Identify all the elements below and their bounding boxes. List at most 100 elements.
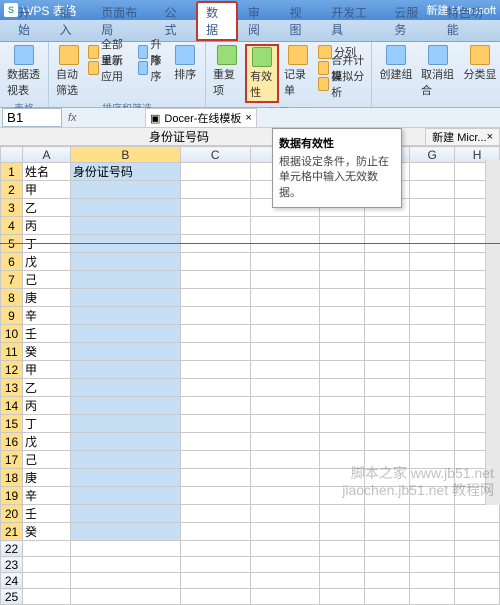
cell[interactable] [250,397,320,415]
cell[interactable] [22,541,70,557]
cell[interactable] [250,541,320,557]
cell[interactable] [180,415,250,433]
tab-data[interactable]: 数据 [196,1,238,41]
row-header[interactable]: 7 [1,271,23,289]
ungroup-button[interactable]: 取消组合 [418,44,458,104]
cell[interactable] [320,505,365,523]
cell[interactable] [70,469,180,487]
cell[interactable] [70,505,180,523]
cell[interactable] [180,379,250,397]
cell[interactable] [365,415,410,433]
cell[interactable]: 戊 [22,433,70,451]
validation-button[interactable]: 有效性 [245,44,279,103]
spreadsheet[interactable]: ABCDEFGH1姓名身份证号码2甲3乙4丙5丁6戊7己8庚9辛10壬11癸12… [0,146,500,605]
row-header[interactable]: 16 [1,433,23,451]
cell[interactable] [410,523,455,541]
cell[interactable] [70,361,180,379]
cell[interactable] [70,217,180,235]
row-header[interactable]: 9 [1,307,23,325]
cell[interactable] [410,361,455,379]
duplicates-button[interactable]: 重复项 [210,44,243,103]
group-button[interactable]: 创建组 [376,44,416,104]
cell[interactable] [250,505,320,523]
cell[interactable] [250,557,320,573]
cell[interactable] [250,433,320,451]
cell[interactable]: 庚 [22,289,70,307]
cell[interactable] [410,163,455,181]
cell[interactable] [320,415,365,433]
col-header[interactable]: C [180,147,250,163]
cell[interactable] [365,523,410,541]
row-header[interactable]: 17 [1,451,23,469]
subtotal-button[interactable]: 分类显 [460,44,500,104]
cell[interactable] [410,557,455,573]
cell[interactable] [180,271,250,289]
cell[interactable] [180,557,250,573]
cell[interactable] [320,557,365,573]
cell[interactable] [365,487,410,505]
cell[interactable] [180,523,250,541]
cell[interactable] [320,343,365,361]
cell[interactable] [410,379,455,397]
cell[interactable] [410,343,455,361]
cell[interactable] [70,523,180,541]
cell[interactable] [70,271,180,289]
cell[interactable] [320,271,365,289]
fx-icon[interactable]: fx [64,112,81,124]
row-header[interactable]: 22 [1,541,23,557]
tab-view[interactable]: 视图 [279,1,321,41]
sheet-tab[interactable]: 新建 Micr... × [425,128,500,146]
row-header[interactable]: 13 [1,379,23,397]
cell[interactable] [320,361,365,379]
cell[interactable] [70,325,180,343]
tab-insert[interactable]: 插入 [50,1,92,41]
cell[interactable] [320,487,365,505]
cell[interactable] [410,325,455,343]
cell[interactable] [70,487,180,505]
row-header[interactable]: 23 [1,557,23,573]
row-header[interactable]: 6 [1,253,23,271]
cell[interactable] [365,325,410,343]
cell[interactable]: 甲 [22,361,70,379]
tab-feature[interactable]: 特色功能 [437,1,500,41]
docer-tab[interactable]: ▣Docer-在线模板× [145,108,257,128]
row-header[interactable]: 25 [1,589,23,605]
cell[interactable] [250,343,320,361]
cell[interactable] [250,573,320,589]
row-header[interactable]: 4 [1,217,23,235]
cell[interactable] [455,557,500,573]
cell[interactable] [250,469,320,487]
cell[interactable]: 己 [22,271,70,289]
cell[interactable] [70,397,180,415]
cell[interactable] [410,271,455,289]
cell[interactable] [320,541,365,557]
cell[interactable] [180,343,250,361]
record-button[interactable]: 记录单 [281,44,314,103]
cell[interactable] [320,253,365,271]
cell[interactable] [365,289,410,307]
cell[interactable] [410,433,455,451]
cell[interactable]: 丙 [22,397,70,415]
cell[interactable] [250,379,320,397]
reapply-button[interactable]: 重新应用 [86,60,134,76]
cell[interactable] [250,589,320,605]
cell[interactable] [320,469,365,487]
cell[interactable] [250,307,320,325]
cell[interactable] [410,289,455,307]
cell[interactable] [250,217,320,235]
close-icon[interactable]: × [245,112,251,124]
cell[interactable] [180,451,250,469]
row-header[interactable]: 2 [1,181,23,199]
cell[interactable] [250,487,320,505]
cell[interactable] [365,433,410,451]
cell[interactable] [250,361,320,379]
cell[interactable] [365,469,410,487]
cell[interactable] [410,487,455,505]
cell[interactable] [410,397,455,415]
col-header[interactable]: B [70,147,180,163]
cell[interactable]: 丁 [22,415,70,433]
cell[interactable] [70,433,180,451]
row-header[interactable]: 1 [1,163,23,181]
cell[interactable] [70,343,180,361]
cell[interactable] [70,253,180,271]
